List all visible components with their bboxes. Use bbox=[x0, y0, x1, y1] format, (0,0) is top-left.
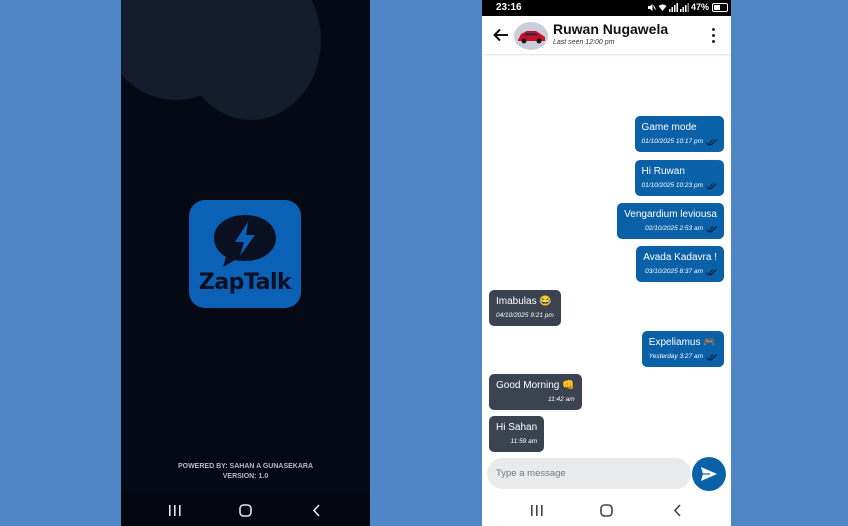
splash-screen: ZapTalk POWERED BY: SAHAN A GUNASEKARA V… bbox=[121, 0, 370, 526]
message-meta: 04/10/2025 9:21 pm bbox=[496, 311, 554, 321]
status-time: 23:16 bbox=[496, 2, 522, 13]
kebab-dot-icon bbox=[711, 33, 715, 37]
signal-icon bbox=[668, 2, 678, 12]
message-meta: 02/10/2025 2:53 am bbox=[624, 224, 717, 234]
chevron-left-icon bbox=[673, 503, 681, 517]
message-meta: 11:42 am bbox=[496, 395, 575, 405]
message-text: Expeliamus 🎮 bbox=[648, 337, 716, 348]
system-nav-bar bbox=[121, 494, 370, 526]
send-button[interactable] bbox=[692, 457, 726, 491]
message-bubble-incoming[interactable]: Good Morning 👊 11:42 am bbox=[489, 374, 582, 410]
message-text: Avada Kadavra ! bbox=[643, 252, 717, 263]
status-icons: 47% bbox=[647, 2, 709, 12]
message-meta: 01/10/2025 10:17 pm bbox=[642, 137, 717, 147]
last-seen-text: Last seen 12:00 pm bbox=[553, 39, 615, 46]
system-nav-bar bbox=[482, 494, 731, 526]
message-time: 03/10/2025 8:37 am bbox=[645, 268, 703, 275]
message-time: 01/10/2025 10:23 pm bbox=[641, 182, 703, 189]
message-input[interactable] bbox=[487, 458, 691, 489]
home-button[interactable] bbox=[230, 494, 260, 526]
lightning-chat-bubble-icon bbox=[214, 215, 276, 267]
car-avatar-image bbox=[514, 22, 548, 50]
message-bubble-outgoing[interactable]: Game mode 01/10/2025 10:17 pm bbox=[634, 116, 724, 152]
back-nav-button[interactable] bbox=[301, 494, 331, 526]
kebab-dot-icon bbox=[711, 39, 715, 43]
contact-name[interactable]: Ruwan Nugawela bbox=[553, 21, 668, 37]
chat-screen: 23:16 47% Ruwan Nugawela Last seen 12:00… bbox=[482, 0, 731, 526]
double-check-icon bbox=[706, 138, 717, 146]
message-text: Good Morning 👊 bbox=[496, 380, 575, 391]
message-bubble-incoming[interactable]: Imabulas 😂 04/10/2025 9:21 pm bbox=[489, 290, 561, 326]
message-time: 11:59 am bbox=[510, 438, 538, 445]
message-time: 11:42 am bbox=[547, 396, 575, 403]
mute-icon bbox=[647, 3, 656, 11]
credits: POWERED BY: SAHAN A GUNASEKARA VERSION: … bbox=[121, 462, 370, 482]
recent-apps-button[interactable] bbox=[522, 494, 552, 526]
message-bubble-outgoing[interactable]: Expeliamus 🎮 Yesterday 3:27 am bbox=[641, 331, 724, 367]
double-check-icon bbox=[706, 225, 717, 233]
message-text: Imabulas 😂 bbox=[496, 296, 552, 307]
double-check-icon bbox=[706, 353, 717, 361]
more-options-button[interactable] bbox=[705, 26, 721, 44]
double-check-icon bbox=[706, 268, 717, 276]
recent-apps-icon bbox=[531, 504, 543, 516]
home-icon bbox=[238, 503, 252, 517]
battery-icon bbox=[712, 3, 728, 12]
message-text: Hi Ruwan bbox=[641, 166, 685, 177]
double-check-icon bbox=[706, 182, 717, 190]
decorative-circle bbox=[181, 0, 321, 120]
message-time: 01/10/2025 10:17 pm bbox=[641, 138, 703, 145]
powered-by-text: POWERED BY: SAHAN A GUNASEKARA bbox=[177, 463, 314, 470]
wifi-icon bbox=[658, 3, 667, 11]
back-arrow-icon[interactable] bbox=[492, 26, 510, 44]
avatar[interactable] bbox=[514, 22, 548, 50]
signal-icon bbox=[679, 2, 689, 12]
message-meta: 11:59 am bbox=[496, 437, 538, 447]
message-bubble-outgoing[interactable]: Vengardium leviousa 02/10/2025 2:53 am bbox=[617, 203, 724, 239]
kebab-dot-icon bbox=[711, 27, 715, 31]
app-logo: ZapTalk bbox=[189, 200, 301, 308]
message-bubble-outgoing[interactable]: Hi Ruwan 01/10/2025 10:23 pm bbox=[634, 160, 724, 196]
chevron-left-icon bbox=[312, 503, 320, 517]
status-bar: 23:16 47% bbox=[482, 0, 731, 16]
version-text: VERSION: 1.0 bbox=[222, 473, 269, 480]
message-bubble-incoming[interactable]: Hi Sahan 11:59 am bbox=[489, 416, 545, 452]
message-text: Hi Sahan bbox=[496, 422, 538, 433]
send-icon bbox=[701, 467, 717, 481]
recent-apps-button[interactable] bbox=[160, 494, 190, 526]
message-text: Vengardium leviousa bbox=[624, 209, 717, 220]
back-nav-button[interactable] bbox=[662, 494, 692, 526]
battery-percent: 47% bbox=[690, 2, 709, 12]
recent-apps-icon bbox=[169, 504, 181, 516]
chat-header: Ruwan Nugawela Last seen 12:00 pm bbox=[482, 16, 731, 54]
message-text: Game mode bbox=[641, 122, 697, 133]
message-meta: 01/10/2025 10:23 pm bbox=[642, 181, 717, 191]
message-bubble-outgoing[interactable]: Avada Kadavra ! 03/10/2025 8:37 am bbox=[636, 246, 724, 282]
message-time: 02/10/2025 2:53 am bbox=[645, 225, 703, 232]
message-time: 04/10/2025 9:21 pm bbox=[496, 312, 554, 319]
home-button[interactable] bbox=[591, 494, 621, 526]
message-meta: 03/10/2025 8:37 am bbox=[643, 267, 717, 277]
app-logo-text: ZapTalk bbox=[198, 270, 292, 295]
message-time: Yesterday 3:27 am bbox=[648, 353, 703, 360]
home-icon bbox=[599, 503, 613, 517]
message-meta: Yesterday 3:27 am bbox=[649, 352, 717, 362]
